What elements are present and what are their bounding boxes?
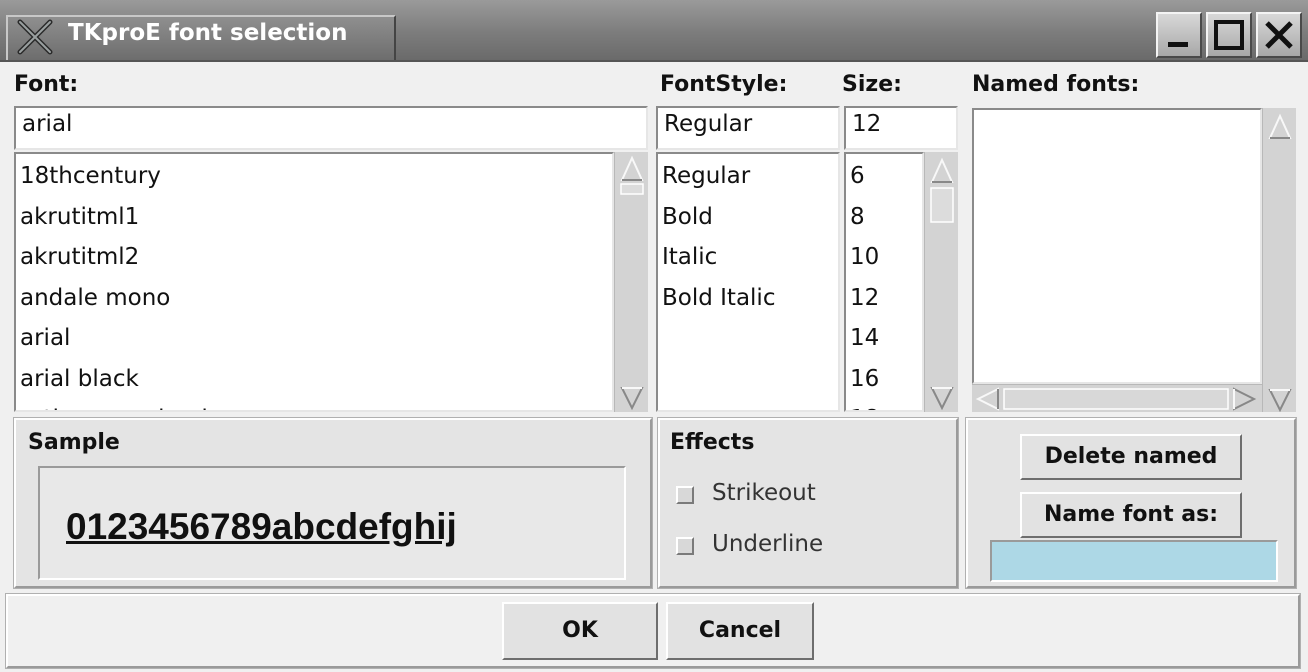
close-icon (1265, 21, 1293, 49)
size-input[interactable]: 12 (844, 106, 958, 150)
scroll-right-icon (1233, 387, 1257, 411)
list-item[interactable]: Bold Italic (658, 278, 838, 319)
scroll-down-icon (1268, 389, 1292, 413)
list-item[interactable]: arial black (16, 359, 612, 400)
delete-named-button[interactable]: Delete named (1020, 434, 1242, 480)
font-label: Font: (14, 72, 79, 97)
list-item[interactable]: 10 (846, 237, 922, 278)
underline-label[interactable]: Underline (712, 531, 823, 557)
list-item[interactable]: Bold (658, 197, 838, 238)
scroll-up-icon (930, 157, 954, 183)
list-item[interactable]: 8 (846, 197, 922, 238)
cancel-button[interactable]: Cancel (666, 602, 814, 660)
list-item[interactable]: 16 (846, 359, 922, 400)
list-item[interactable]: Regular (658, 156, 838, 197)
fontstyle-input[interactable]: Regular (656, 106, 840, 150)
app-icon (16, 18, 56, 56)
scroll-up-icon (620, 155, 644, 181)
font-list[interactable]: 18thcentury akrutitml1 akrutitml2 andale… (14, 152, 614, 412)
list-item[interactable]: 18thcentury (16, 156, 612, 197)
scroll-down-icon (620, 387, 644, 411)
maximize-icon (1214, 20, 1244, 50)
maximize-button[interactable] (1206, 12, 1252, 58)
named-fonts-vscrollbar[interactable] (1262, 108, 1296, 413)
scroll-thumb (620, 183, 644, 195)
minimize-button[interactable] (1156, 12, 1202, 58)
minimize-icon (1168, 42, 1188, 47)
list-item[interactable]: 12 (846, 278, 922, 319)
list-item[interactable]: Italic (658, 237, 838, 278)
strikeout-checkbox[interactable] (676, 486, 694, 504)
list-item[interactable]: andale mono (16, 278, 612, 319)
font-list-scrollbar[interactable] (614, 152, 648, 412)
scroll-thumb (1003, 388, 1229, 410)
scroll-left-icon (975, 387, 999, 411)
name-font-as-input[interactable] (990, 540, 1278, 582)
fontstyle-label: FontStyle: (660, 72, 788, 97)
size-list-scrollbar[interactable] (924, 152, 958, 412)
strikeout-label[interactable]: Strikeout (712, 480, 816, 506)
sample-label: Sample (28, 430, 120, 455)
close-button[interactable] (1256, 12, 1302, 58)
list-item[interactable]: 6 (846, 156, 922, 197)
named-fonts-label: Named fonts: (972, 72, 1140, 97)
underline-checkbox[interactable] (676, 537, 694, 555)
font-input[interactable]: arial (14, 106, 648, 150)
sample-text: 0123456789abcdefghij (66, 506, 457, 547)
size-list[interactable]: 6 8 10 12 14 16 18 (844, 152, 924, 412)
effects-label: Effects (670, 430, 755, 455)
window-title: TKproE font selection (68, 20, 348, 46)
list-item[interactable]: 14 (846, 318, 922, 359)
named-fonts-hscrollbar[interactable] (972, 384, 1262, 412)
list-item[interactable]: 18 (846, 399, 922, 410)
scroll-thumb (930, 187, 954, 223)
named-fonts-list[interactable] (972, 108, 1262, 384)
list-item[interactable]: arial (16, 318, 612, 359)
list-item[interactable]: arthur moreland (16, 399, 612, 410)
name-font-as-button[interactable]: Name font as: (1020, 492, 1242, 538)
fontstyle-list[interactable]: Regular Bold Italic Bold Italic (656, 152, 840, 412)
scroll-up-icon (1268, 113, 1292, 139)
size-label: Size: (842, 72, 902, 97)
scroll-down-icon (930, 387, 954, 411)
list-item[interactable]: akrutitml1 (16, 197, 612, 238)
list-item[interactable]: akrutitml2 (16, 237, 612, 278)
ok-button[interactable]: OK (502, 602, 658, 660)
